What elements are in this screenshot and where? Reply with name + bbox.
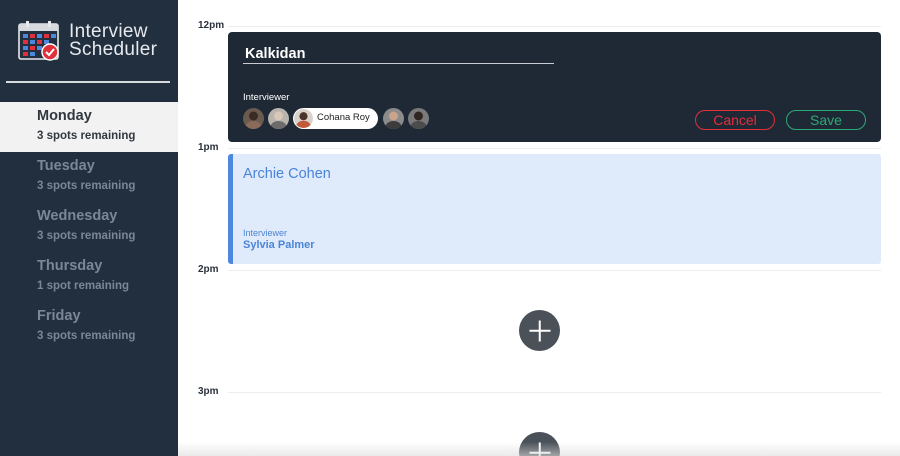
scroll-fade bbox=[178, 442, 900, 456]
day-name: Wednesday bbox=[37, 208, 118, 224]
app-title-line2: Scheduler bbox=[69, 39, 158, 60]
avatar-image bbox=[408, 108, 429, 129]
day-name: Monday bbox=[37, 108, 92, 124]
time-divider bbox=[228, 26, 881, 27]
brand: Interview Scheduler bbox=[18, 20, 178, 64]
day-spots: 3 spots remaining bbox=[37, 130, 136, 142]
interviewer-selected-name: Cohana Roy bbox=[317, 112, 370, 123]
appointment-card[interactable]: Archie Cohen Interviewer Sylvia Palmer bbox=[228, 154, 881, 264]
day-item-friday[interactable]: Friday 3 spots remaining bbox=[0, 302, 178, 352]
interviewer-selected[interactable]: Cohana Roy bbox=[293, 108, 378, 129]
day-spots: 3 spots remaining bbox=[37, 180, 136, 192]
time-label-2pm: 2pm bbox=[198, 264, 219, 275]
time-label-12pm: 12pm bbox=[198, 20, 225, 31]
appointment-interviewer-label: Interviewer bbox=[243, 228, 288, 238]
appointment-student-name: Archie Cohen bbox=[243, 166, 331, 182]
interviewer-label: Interviewer bbox=[243, 92, 290, 103]
day-name: Friday bbox=[37, 308, 81, 324]
day-item-monday[interactable]: Monday 3 spots remaining bbox=[0, 102, 178, 152]
app-root: Interview Scheduler Monday 3 spots remai… bbox=[0, 0, 900, 456]
sidebar-divider bbox=[6, 81, 170, 83]
day-spots: 3 spots remaining bbox=[37, 230, 136, 242]
add-appointment-button[interactable] bbox=[519, 310, 560, 351]
save-button[interactable]: Save bbox=[786, 110, 866, 130]
calendar-check-icon bbox=[18, 21, 59, 61]
cancel-button[interactable]: Cancel bbox=[695, 110, 775, 130]
day-item-thursday[interactable]: Thursday 1 spot remaining bbox=[0, 252, 178, 302]
day-spots: 1 spot remaining bbox=[37, 280, 130, 292]
day-name: Thursday bbox=[37, 258, 103, 274]
day-name: Tuesday bbox=[37, 158, 95, 174]
time-divider bbox=[228, 148, 881, 149]
interviewer-avatar[interactable] bbox=[268, 108, 289, 129]
interviewer-avatar[interactable] bbox=[243, 108, 264, 129]
time-divider bbox=[228, 270, 881, 271]
sidebar: Interview Scheduler Monday 3 spots remai… bbox=[0, 0, 178, 456]
avatar-image bbox=[383, 108, 404, 129]
appointment-form: Interviewer Cohana Roy bbox=[228, 32, 881, 142]
appointment-interviewer-name: Sylvia Palmer bbox=[243, 239, 315, 251]
schedule-main[interactable]: 12pm Interviewer Cohana Roy bbox=[178, 0, 900, 456]
interviewer-avatar[interactable] bbox=[383, 108, 404, 129]
day-item-wednesday[interactable]: Wednesday 3 spots remaining bbox=[0, 202, 178, 252]
day-spots: 3 spots remaining bbox=[37, 330, 136, 342]
student-name-input[interactable] bbox=[243, 44, 554, 64]
interviewer-avatar[interactable] bbox=[408, 108, 429, 129]
time-label-3pm: 3pm bbox=[198, 386, 219, 397]
app-title: Interview Scheduler bbox=[69, 22, 158, 60]
day-item-tuesday[interactable]: Tuesday 3 spots remaining bbox=[0, 152, 178, 202]
avatar-image bbox=[243, 108, 264, 129]
interviewer-selected-avatar bbox=[294, 109, 313, 128]
avatar-image bbox=[268, 108, 289, 129]
avatar-image bbox=[294, 109, 313, 128]
time-divider bbox=[228, 392, 881, 393]
time-label-1pm: 1pm bbox=[198, 142, 219, 153]
